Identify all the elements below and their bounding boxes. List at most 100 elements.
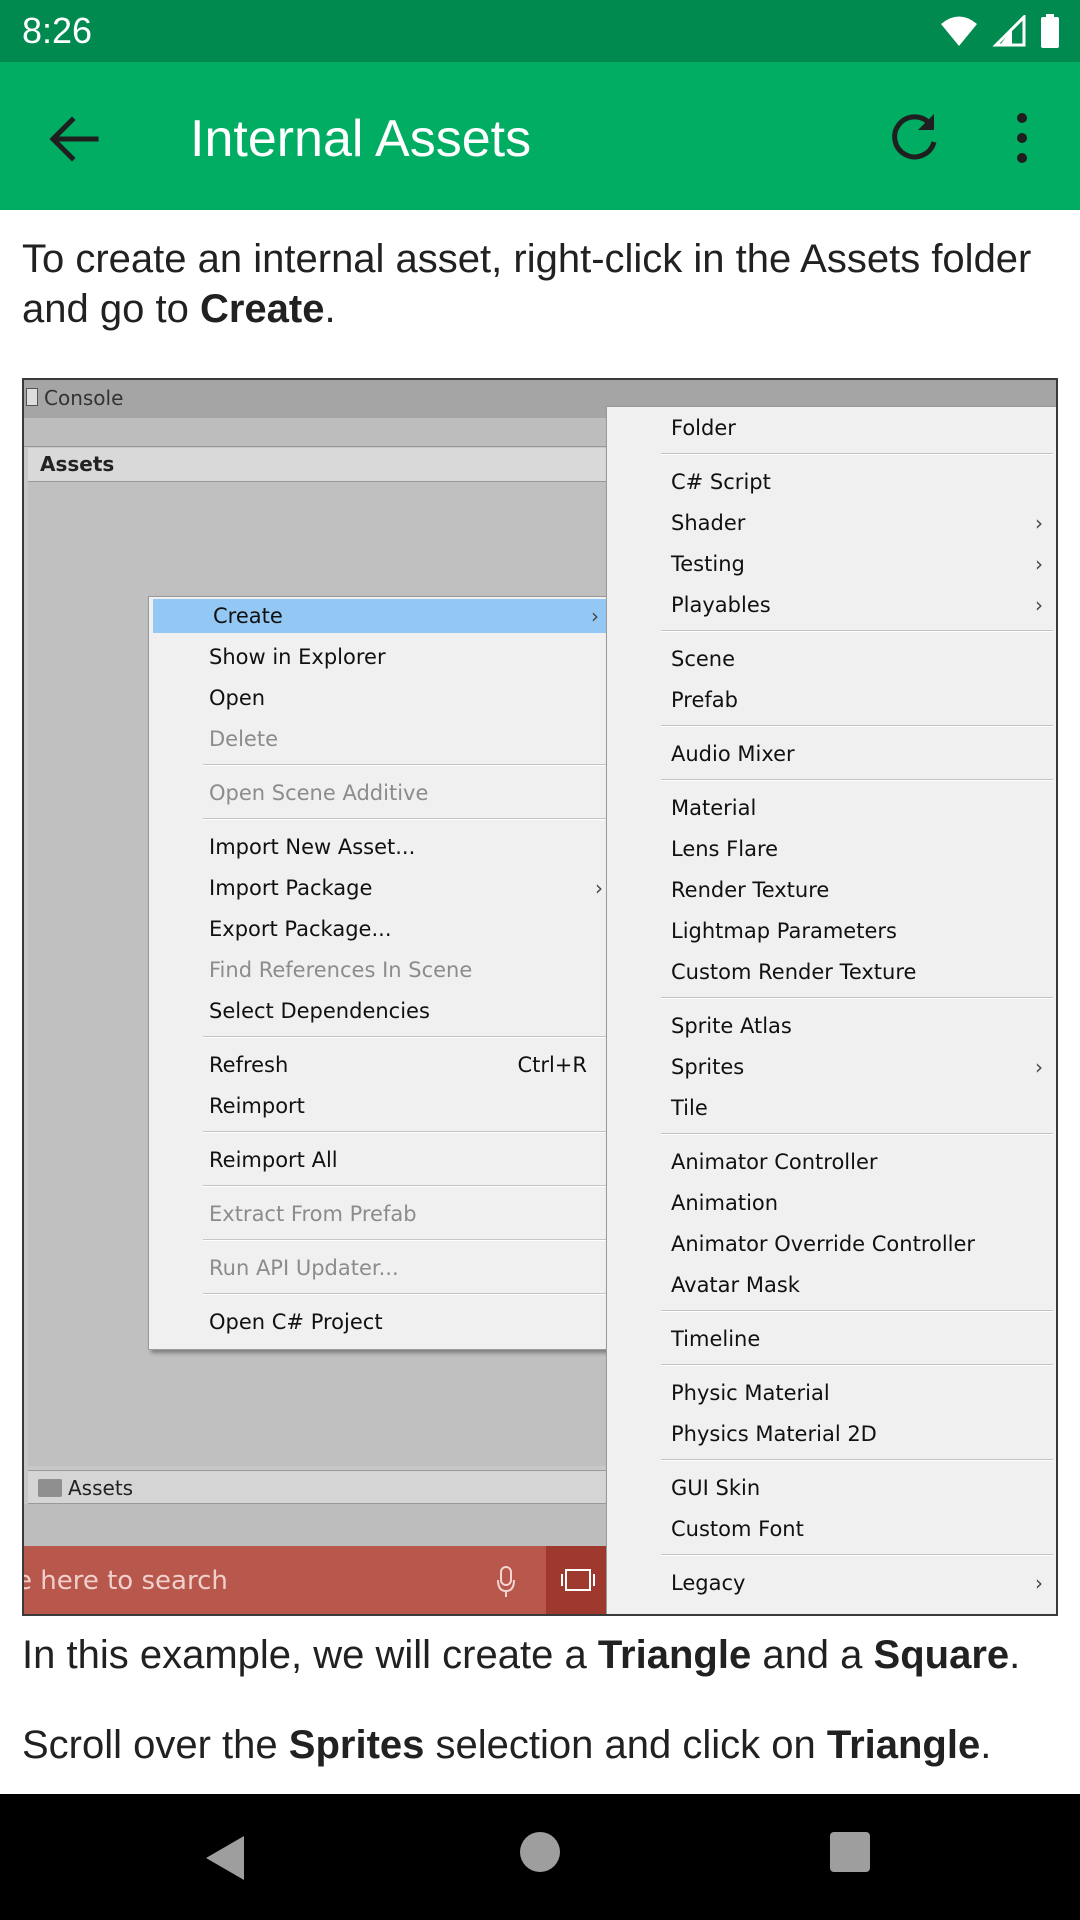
menu-item-label: Refresh — [209, 1053, 289, 1077]
menu-item-shortcut: Ctrl+R — [517, 1053, 587, 1077]
nav-back-icon[interactable] — [202, 1834, 254, 1882]
menu-item-label: Run API Updater... — [209, 1256, 399, 1280]
menu-item-label: Import New Asset... — [209, 835, 416, 859]
chevron-right-icon: › — [1035, 1571, 1043, 1595]
task-view-icon — [561, 1569, 595, 1591]
menu-item: Extract From Prefab — [149, 1197, 617, 1231]
menu-item[interactable]: Reimport All — [149, 1143, 617, 1177]
menu-item[interactable]: Lightmap Parameters — [607, 914, 1056, 948]
menu-item[interactable]: Custom Font — [607, 1512, 1056, 1546]
chevron-right-icon: › — [1035, 511, 1043, 535]
menu-item-label: Lightmap Parameters — [671, 919, 897, 943]
microphone-icon — [497, 1566, 515, 1597]
menu-item[interactable]: Animator Controller — [607, 1145, 1056, 1179]
menu-item[interactable]: C# Script — [607, 465, 1056, 499]
status-icons — [940, 12, 1060, 50]
menu-item[interactable]: Prefab — [607, 683, 1056, 717]
console-icon — [26, 388, 38, 406]
menu-item-label: Avatar Mask — [671, 1273, 800, 1297]
menu-item[interactable]: Audio Mixer — [607, 737, 1056, 771]
menu-item-label: Folder — [671, 416, 736, 440]
menu-item[interactable]: Create › — [153, 599, 613, 633]
taskbar-search-text: e here to search — [22, 1566, 228, 1596]
menu-item[interactable]: Refresh Ctrl+R — [149, 1048, 617, 1082]
menu-item: Run API Updater... — [149, 1251, 617, 1285]
menu-separator — [661, 630, 1053, 632]
menu-item-label: Custom Render Texture — [671, 960, 917, 984]
context-menu: Create › Show in Explorer Open Delete Open Sc… — [148, 596, 618, 1350]
menu-separator — [661, 1459, 1053, 1461]
chevron-right-icon: › — [595, 876, 603, 900]
menu-item[interactable]: Physic Material — [607, 1376, 1056, 1410]
battery-icon — [1041, 14, 1059, 48]
menu-item: Find References In Scene — [149, 953, 617, 987]
menu-item[interactable]: Open — [149, 681, 617, 715]
menu-item-label: Delete — [209, 727, 278, 751]
menu-item-label: Open — [209, 686, 266, 710]
chevron-right-icon: › — [1035, 1055, 1043, 1079]
menu-item[interactable]: Import Package › — [149, 871, 617, 905]
menu-item[interactable]: Export Package... — [149, 912, 617, 946]
menu-separator — [203, 764, 613, 766]
content-scroll[interactable]: To create an internal asset, right-click… — [0, 210, 1080, 1794]
menu-separator — [661, 1554, 1053, 1556]
menu-item[interactable]: Render Texture — [607, 873, 1056, 907]
menu-item[interactable]: Shader › — [607, 506, 1056, 540]
menu-separator — [661, 1133, 1053, 1135]
more-vert-icon[interactable] — [1000, 108, 1044, 168]
chevron-right-icon: › — [1035, 552, 1043, 576]
menu-item-label: GUI Skin — [671, 1476, 761, 1500]
menu-item[interactable]: Folder — [607, 411, 1056, 445]
menu-item-label: Animator Override Controller — [671, 1232, 976, 1256]
menu-item-label: Physic Material — [671, 1381, 830, 1405]
menu-item[interactable]: Testing › — [607, 547, 1056, 581]
menu-item[interactable]: GUI Skin — [607, 1471, 1056, 1505]
menu-item[interactable]: Lens Flare — [607, 832, 1056, 866]
menu-item[interactable]: Animator Override Controller — [607, 1227, 1056, 1261]
refresh-icon[interactable] — [884, 108, 944, 168]
menu-item[interactable]: Sprites › — [607, 1050, 1056, 1084]
menu-item[interactable]: Playables › — [607, 588, 1056, 622]
menu-item[interactable]: Physics Material 2D — [607, 1417, 1056, 1451]
example-paragraph: In this example, we will create a Triang… — [22, 1633, 1021, 1677]
menu-item-label: Create — [213, 604, 283, 628]
menu-item[interactable]: Legacy › — [607, 1566, 1056, 1600]
nav-recents-icon[interactable] — [830, 1832, 870, 1872]
menu-item: Delete — [149, 722, 617, 756]
menu-item[interactable]: Custom Render Texture — [607, 955, 1056, 989]
status-bar: 8:26 — [0, 0, 1080, 62]
menu-item[interactable]: Import New Asset... — [149, 830, 617, 864]
menu-item-label: Testing — [671, 552, 745, 576]
menu-item[interactable]: Open C# Project — [149, 1305, 617, 1339]
menu-item[interactable]: Scene — [607, 642, 1056, 676]
menu-item[interactable]: Timeline — [607, 1322, 1056, 1356]
task-view-button — [546, 1546, 614, 1614]
menu-item[interactable]: Avatar Mask — [607, 1268, 1056, 1302]
menu-separator — [661, 1364, 1053, 1366]
menu-item-label: Legacy — [671, 1571, 746, 1595]
menu-item[interactable]: Tile — [607, 1091, 1056, 1125]
menu-separator — [661, 997, 1053, 999]
menu-item-label: Reimport — [209, 1094, 305, 1118]
page-title: Internal Assets — [190, 110, 532, 168]
menu-separator — [661, 453, 1053, 455]
menu-item-label: Lens Flare — [671, 837, 779, 861]
menu-item-label: Prefab — [671, 688, 738, 712]
menu-item[interactable]: Animation — [607, 1186, 1056, 1220]
menu-item-label: Timeline — [671, 1327, 761, 1351]
nav-home-icon[interactable] — [520, 1832, 560, 1872]
menu-item-label: Animator Controller — [671, 1150, 878, 1174]
assets-footer: Assets — [28, 1470, 612, 1504]
menu-item-label: Open C# Project — [209, 1310, 383, 1334]
menu-item[interactable]: Show in Explorer — [149, 640, 617, 674]
menu-separator — [203, 1131, 613, 1133]
menu-item[interactable]: Sprite Atlas — [607, 1009, 1056, 1043]
arrow-back-icon[interactable] — [44, 110, 102, 168]
menu-item[interactable]: Select Dependencies — [149, 994, 617, 1028]
signal-icon — [992, 15, 1026, 47]
folder-icon — [38, 1479, 62, 1497]
menu-item[interactable]: Material — [607, 791, 1056, 825]
menu-item[interactable]: Reimport — [149, 1089, 617, 1123]
menu-item-label: Material — [671, 796, 757, 820]
menu-separator — [203, 818, 613, 820]
